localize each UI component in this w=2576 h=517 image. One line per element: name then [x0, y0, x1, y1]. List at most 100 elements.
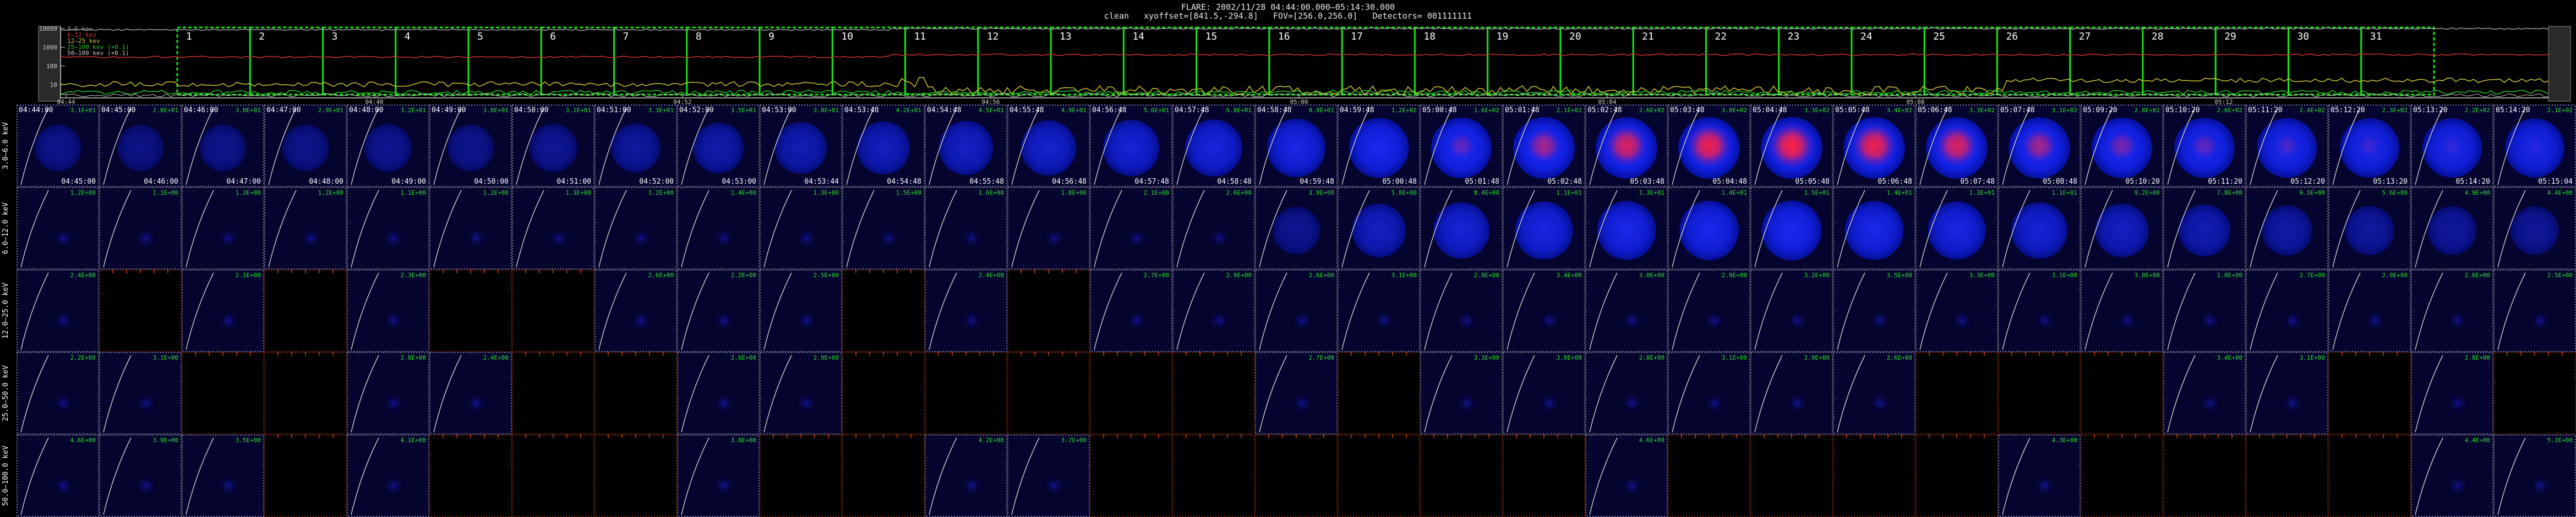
interval-number: 23	[1788, 31, 1800, 42]
interval-start-time: 05:01:48	[1505, 106, 1540, 114]
image-cell: 2.1E+02 05:01:48 05:02:48	[1503, 105, 1585, 187]
peak-flux-label: 3.5E+01	[731, 107, 756, 114]
cell-background	[99, 352, 182, 435]
source-disk	[529, 124, 577, 172]
interval-end-time: 05:15:04	[2538, 178, 2573, 186]
faint-source	[2448, 311, 2468, 331]
faint-source	[796, 311, 816, 331]
cell-empty	[1090, 352, 1172, 435]
image-cell: 4.9E+01 04:55:48 04:56:48	[1007, 105, 1090, 187]
cell-background	[1503, 270, 1585, 352]
image-cell: 4.6E+00	[1585, 435, 1668, 517]
energy-band-labels: 3.0–6.0 keV 6.0–12.0 keV 12.0–25.0 keV 25.0…	[2, 122, 10, 506]
peak-flux-label: 3.4E+02	[1887, 107, 1912, 114]
peak-flux-label: 4.4E+00	[2465, 437, 2490, 444]
peak-flux-label: 1.3E+00	[566, 189, 591, 196]
interval-start-time: 04:45:00	[101, 106, 136, 114]
peak-flux-label: 2.3E+00	[401, 272, 426, 279]
cell-empty	[99, 270, 182, 352]
image-cell: 1.2E+00	[429, 187, 512, 270]
energy-band-label: 50.0–100.0 keV	[2, 446, 10, 506]
hot-core	[1526, 128, 1562, 164]
image-cell	[842, 435, 925, 517]
image-cell	[512, 270, 594, 352]
image-cell: 1.3E+00	[512, 187, 594, 270]
interval-number: 27	[2079, 31, 2091, 42]
image-cell: 1.1E+01	[1503, 187, 1585, 270]
faint-source	[1540, 393, 1559, 413]
interval-start-time: 05:14:20	[2496, 106, 2530, 114]
interval-end-time: 05:10:20	[2125, 178, 2160, 186]
image-cell: 2.6E+00	[1255, 270, 1338, 352]
faint-source	[1292, 393, 1312, 413]
image-cell	[1090, 352, 1172, 435]
faint-source	[1044, 476, 1064, 496]
interval-number: 21	[1642, 31, 1654, 42]
image-cell: 1.4E+00	[677, 187, 760, 270]
image-cell	[429, 435, 512, 517]
interval-start-time: 05:04:48	[1753, 106, 1787, 114]
image-cell: 3.5E+01 04:52:00 04:53:00	[677, 105, 760, 187]
interval-end-time: 04:47:00	[226, 178, 261, 186]
faint-source	[219, 476, 238, 496]
source-disk	[1272, 206, 1320, 255]
x-tick-label: 04:48	[365, 98, 383, 105]
image-cell	[1420, 435, 1503, 517]
image-cell: 2.4E+02 05:11:20 05:12:20	[2246, 105, 2328, 187]
faint-source	[2530, 476, 2550, 496]
cell-empty	[760, 435, 842, 517]
cell-empty	[264, 270, 347, 352]
image-cell	[99, 270, 182, 352]
faint-source	[466, 393, 486, 413]
interval-number: 24	[1860, 31, 1873, 42]
image-cell: 2.2E+00	[677, 270, 760, 352]
interval-number: 6	[550, 31, 556, 42]
image-cell: 1.3E+00	[760, 187, 842, 270]
peak-flux-label: 4.6E+00	[70, 437, 96, 444]
interval-start-time: 04:48:00	[349, 106, 384, 114]
peak-flux-label: 3.0E+01	[236, 107, 261, 114]
image-cell: 2.3E+00	[347, 270, 429, 352]
cell-empty	[594, 435, 677, 517]
cell-empty	[842, 435, 925, 517]
faint-source	[1622, 393, 1642, 413]
cell-empty	[429, 435, 512, 517]
peak-flux-label: 3.2E+01	[401, 107, 426, 114]
interval-end-time: 05:02:48	[1547, 178, 1582, 186]
cell-background	[17, 435, 99, 517]
cell-background	[1998, 435, 2081, 517]
interval-end-time: 04:52:00	[639, 178, 674, 186]
image-cell: 1.6E+02 05:00:48 05:01:48	[1420, 105, 1503, 187]
cell-empty	[1007, 352, 1090, 435]
interval-number: 7	[623, 31, 629, 42]
faint-source	[1787, 393, 1807, 413]
energy-band-label: 12.0–25.0 keV	[2, 283, 10, 339]
faint-source	[2035, 476, 2055, 496]
interval-start-time: 04:50:00	[514, 106, 549, 114]
cell-background	[347, 352, 429, 435]
faint-source	[549, 228, 569, 248]
faint-source	[1540, 311, 1559, 331]
peak-flux-label: 2.1E+00	[236, 272, 261, 279]
cell-empty	[512, 352, 594, 435]
peak-flux-label: 8.4E+00	[1474, 189, 1499, 196]
source-disk	[1597, 201, 1656, 260]
faint-source	[219, 228, 238, 248]
interval-number: 16	[1278, 31, 1290, 42]
peak-flux-label: 3.8E+01	[814, 107, 839, 114]
image-cell	[2328, 352, 2411, 435]
interval-start-time: 05:11:20	[2248, 106, 2283, 114]
hot-core	[1605, 124, 1648, 167]
image-cell	[1338, 435, 1420, 517]
image-cell: 2.8E+00	[347, 352, 429, 435]
cell-empty	[2328, 352, 2411, 435]
faint-source	[714, 393, 734, 413]
peak-flux-label: 3.5E+00	[236, 437, 261, 444]
image-cell: 3.3E+01 04:51:00 04:52:00	[594, 105, 677, 187]
image-cell: 3.0E+01 04:46:00 04:47:00	[182, 105, 264, 187]
image-cell: 1.2E+02 04:59:48 05:00:48	[1338, 105, 1420, 187]
x-tick-label: 05:12	[2214, 98, 2233, 105]
cell-background	[1090, 187, 1172, 270]
image-cell: 1.3E+01	[1915, 187, 1998, 270]
image-cell: 3.7E+00	[1007, 435, 1090, 517]
